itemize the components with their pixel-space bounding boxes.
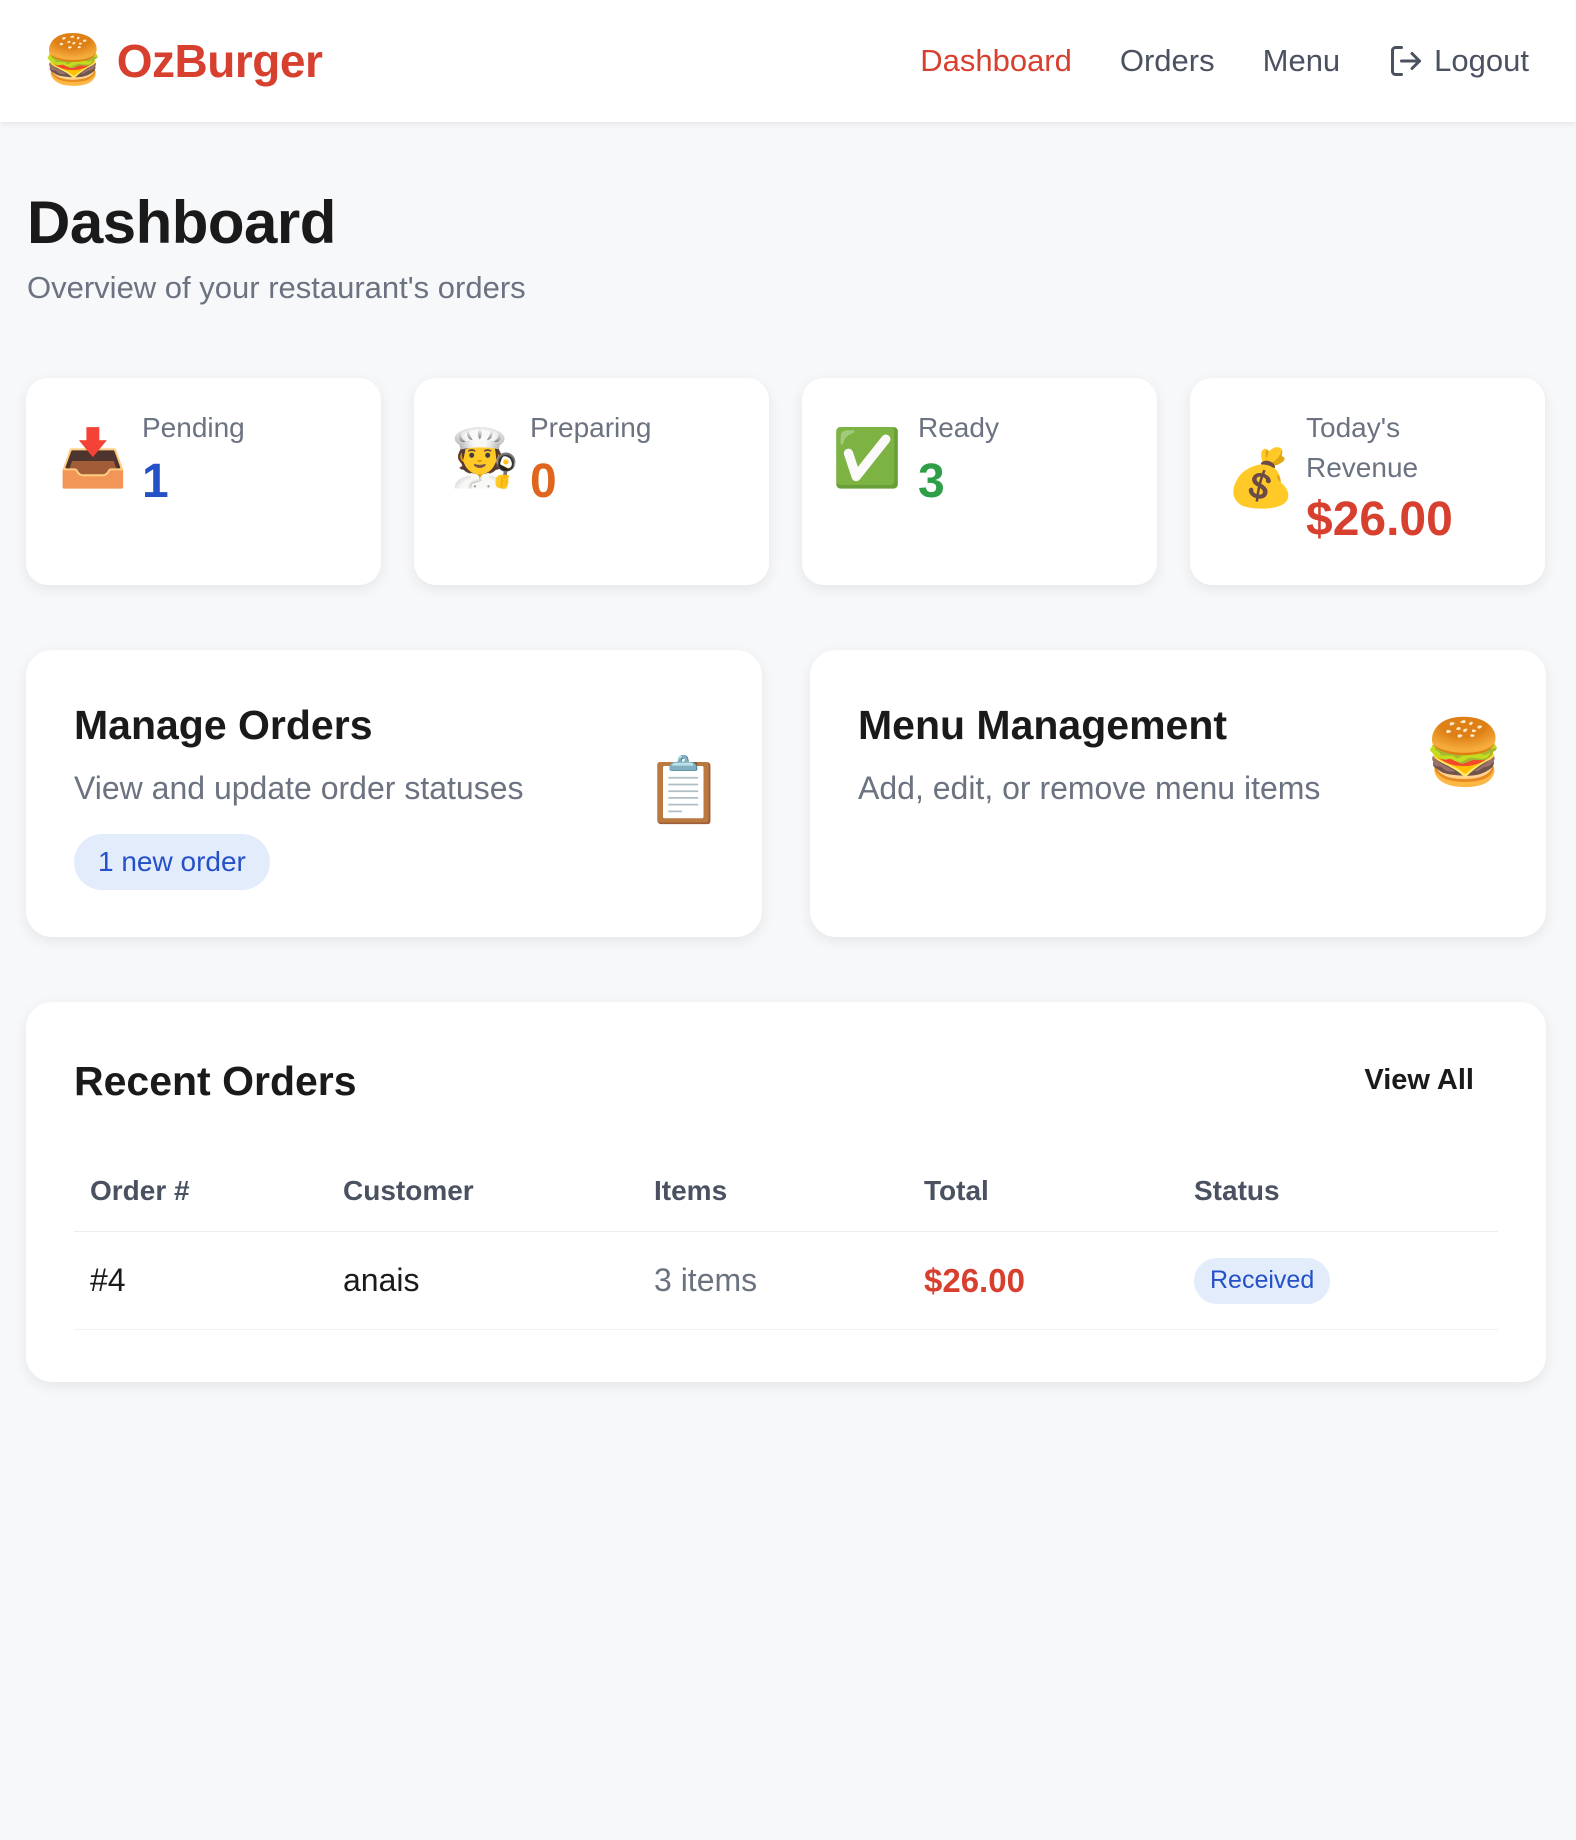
menu-management-card[interactable]: Menu Management Add, edit, or remove men… (810, 650, 1546, 937)
nav-orders-link[interactable]: Orders (1120, 43, 1215, 79)
burger-icon: 🍔 (1424, 716, 1504, 788)
stat-label-revenue-line2: Revenue (1306, 452, 1419, 483)
burger-icon: 🍔 (43, 34, 103, 87)
check-mark-icon: ✅ (832, 426, 902, 489)
column-header-order: Order # (90, 1174, 190, 1206)
stat-value-revenue: $26.00 (1306, 493, 1453, 546)
stat-value-pending: 1 (142, 455, 169, 508)
stat-card-pending: 📥 Pending 1 (26, 378, 381, 585)
top-navbar: 🍔 OzBurger Dashboard Orders Menu Logout (0, 0, 1576, 122)
stat-label-revenue-line1: Today's (1306, 412, 1401, 443)
orders-table: Order # Customer Items Total Status #4 a… (74, 1150, 1498, 1330)
column-header-items: Items (654, 1174, 728, 1206)
stat-value-ready: 3 (918, 455, 945, 508)
status-badge: Received (1194, 1257, 1331, 1304)
order-total: $26.00 (924, 1261, 1025, 1299)
column-header-total: Total (924, 1174, 989, 1206)
column-header-status: Status (1194, 1174, 1280, 1206)
brand-name: OzBurger (116, 35, 323, 87)
manage-orders-description: View and update order statuses (74, 770, 524, 806)
view-all-link[interactable]: View All (1364, 1064, 1474, 1097)
order-number: #4 (90, 1262, 126, 1298)
brand-logo[interactable]: 🍔 OzBurger (43, 34, 323, 88)
manage-orders-title: Manage Orders (74, 702, 373, 748)
clipboard-icon: 📋 (644, 754, 724, 826)
order-items: 3 items (654, 1262, 758, 1298)
stat-value-preparing: 0 (530, 455, 557, 508)
manage-orders-card[interactable]: Manage Orders View and update order stat… (26, 650, 762, 937)
table-header: Order # Customer Items Total Status (74, 1150, 1498, 1232)
logout-icon (1391, 46, 1422, 76)
money-bag-icon: 💰 (1226, 446, 1296, 509)
order-status-cell: Received (1178, 1257, 1498, 1304)
page-subtitle: Overview of your restaurant's orders (27, 270, 526, 305)
new-order-badge: 1 new order (74, 834, 270, 890)
stat-card-revenue: 💰 Today's Revenue $26.00 (1190, 378, 1545, 585)
menu-management-title: Menu Management (858, 702, 1228, 748)
page-title: Dashboard (27, 189, 336, 256)
chef-icon: 🧑‍🍳 (450, 426, 520, 489)
recent-orders-card: Recent Orders View All Order # Customer … (26, 1002, 1546, 1382)
nav-dashboard-link[interactable]: Dashboard (920, 43, 1072, 79)
logout-button[interactable]: Logout (1388, 43, 1529, 79)
column-header-customer: Customer (343, 1174, 474, 1206)
order-customer: anais (343, 1262, 420, 1298)
logout-label: Logout (1434, 43, 1529, 78)
main-nav: Dashboard Orders Menu Logout (920, 43, 1529, 79)
stat-label-ready: Ready (918, 412, 999, 443)
stat-label-pending: Pending (142, 412, 245, 443)
stat-card-preparing: 🧑‍🍳 Preparing 0 (414, 378, 769, 585)
stat-label-preparing: Preparing (530, 412, 652, 443)
nav-menu-link[interactable]: Menu (1263, 43, 1341, 79)
stat-card-ready: ✅ Ready 3 (802, 378, 1157, 585)
table-row[interactable]: #4 anais 3 items $26.00 Received (74, 1232, 1498, 1330)
inbox-tray-icon: 📥 (58, 426, 128, 489)
recent-orders-title: Recent Orders (74, 1058, 357, 1104)
menu-management-description: Add, edit, or remove menu items (858, 770, 1321, 806)
